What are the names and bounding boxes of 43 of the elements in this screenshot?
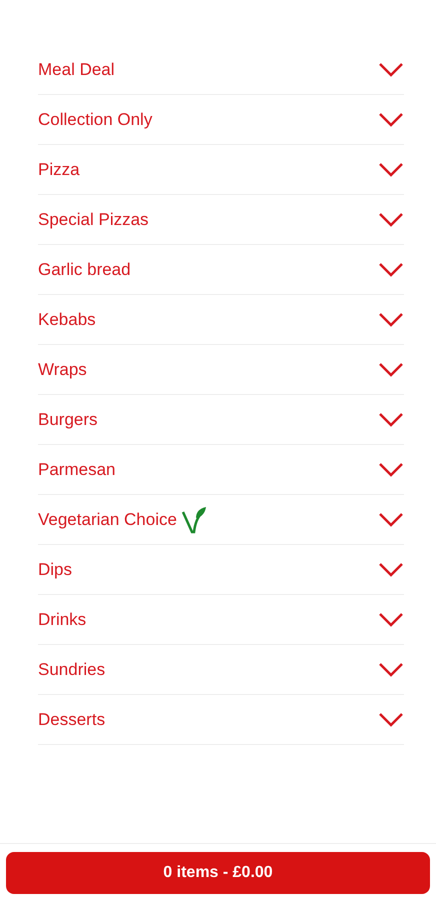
category-row[interactable]: Wraps <box>38 345 404 395</box>
category-title: Parmesan <box>38 458 116 481</box>
category-row[interactable]: Meal Deal <box>38 45 404 95</box>
category-row[interactable]: Special Pizzas <box>38 195 404 245</box>
category-row[interactable]: Drinks <box>38 595 404 645</box>
chevron-icon <box>378 662 404 678</box>
category-row[interactable]: Desserts <box>38 695 404 745</box>
category-row[interactable]: Kebabs <box>38 295 404 345</box>
category-row[interactable]: Burgers <box>38 395 404 445</box>
category-row[interactable]: Dips <box>38 545 404 595</box>
chevron-icon <box>378 312 404 328</box>
chevron-icon <box>378 262 404 278</box>
category-title: Special Pizzas <box>38 208 149 231</box>
category-row[interactable]: Vegetarian Choice <box>38 495 404 545</box>
chevron-icon <box>378 412 404 428</box>
chevron-icon <box>378 712 404 728</box>
category-title: Pizza <box>38 158 80 181</box>
category-title: Desserts <box>38 708 106 731</box>
category-title: Sundries <box>38 658 106 681</box>
chevron-icon <box>378 362 404 378</box>
chevron-icon <box>378 562 404 578</box>
category-row[interactable]: Collection Only <box>38 95 404 145</box>
category-title: Vegetarian Choice <box>38 508 177 531</box>
chevron-icon <box>378 112 404 128</box>
category-row[interactable]: Parmesan <box>38 445 404 495</box>
chevron-icon <box>378 62 404 78</box>
chevron-icon <box>378 212 404 228</box>
category-row[interactable]: Pizza <box>38 145 404 195</box>
chevron-icon <box>378 612 404 628</box>
category-title: Burgers <box>38 408 98 431</box>
chevron-icon <box>378 512 404 528</box>
category-title: Kebabs <box>38 308 96 331</box>
basket-button[interactable]: 0 items - £0.00 <box>6 852 430 894</box>
category-title: Collection Only <box>38 108 152 131</box>
category-row[interactable]: Sundries <box>38 645 404 695</box>
category-title: Drinks <box>38 608 86 631</box>
category-title: Dips <box>38 558 72 581</box>
chevron-icon <box>378 462 404 478</box>
category-title: Garlic bread <box>38 258 131 281</box>
category-row[interactable]: Garlic bread <box>38 245 404 295</box>
category-title: Wraps <box>38 358 87 381</box>
category-title: Meal Deal <box>38 58 115 81</box>
chevron-icon <box>378 162 404 178</box>
